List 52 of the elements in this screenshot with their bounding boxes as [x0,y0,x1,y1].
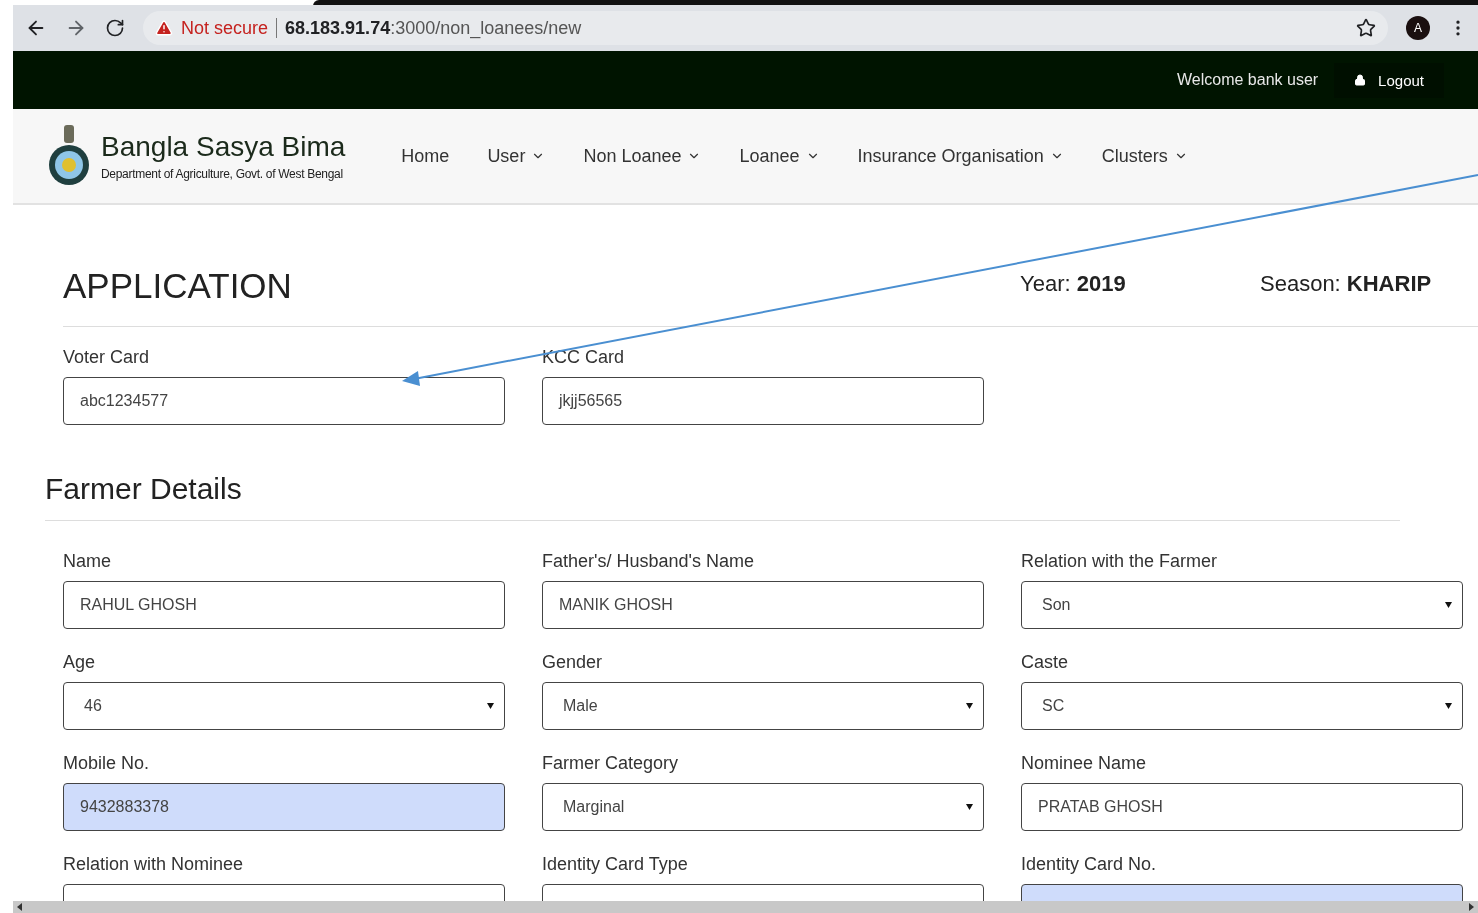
caret-icon [1445,703,1452,709]
field-label: Relation with the Farmer [1021,551,1219,572]
year-text: Year: 2019 [1020,270,1127,297]
select-field[interactable]: Marginal [542,783,984,831]
url-text: 68.183.91.74:3000/non_loanees/new [285,17,582,39]
caret-icon [966,804,973,810]
caret-icon [1445,602,1452,608]
nav-link[interactable]: Loanee [739,145,820,167]
select-field[interactable]: 46 [63,682,505,730]
field-label: Identity Card No. [1021,854,1158,875]
security-label: Not secure [181,17,269,39]
nav-link[interactable]: Home [401,145,450,167]
field-label: Caste [1021,652,1070,673]
input-field[interactable]: 9432883378 [63,783,505,831]
select-field[interactable]: Male [542,682,984,730]
address-bar[interactable]: Not secure 68.183.91.74:3000/non_loanees/new [143,11,1388,45]
field-label: Gender [542,652,604,673]
season-text: Season: KHARIP [1260,270,1432,297]
field-label: Mobile No. [63,753,151,774]
input-field[interactable]: abc1234577 [63,377,505,425]
logout-button[interactable]: Logout [1334,62,1444,98]
page-title: APPLICATION [63,265,293,306]
bookmark-star-icon[interactable] [1356,18,1376,38]
field-label: Father's/ Husband's Name [542,551,755,572]
field-label: Farmer Category [542,753,680,774]
field-label: Identity Card Type [542,854,689,875]
input-field[interactable]: jkjj56565 [542,377,984,425]
brand-title: Bangla Sasya Bima [101,131,346,163]
field-label: Name [63,551,112,572]
caret-icon [966,703,973,709]
section-title: Farmer Details [45,428,1400,521]
field-label: Voter Card [63,347,151,368]
nav-link[interactable]: Insurance Organisation [857,145,1064,167]
field-label: Age [63,652,97,673]
profile-avatar[interactable]: A [1406,16,1430,40]
select-field[interactable]: Son [1021,581,1463,629]
input-field[interactable]: RAHUL GHOSH [63,581,505,629]
nav-link[interactable]: User [487,145,546,167]
lock-icon [1354,74,1367,86]
nav-link[interactable]: Clusters [1101,145,1188,167]
input-field[interactable]: MANIK GHOSH [542,581,984,629]
horizontal-scrollbar[interactable] [13,901,1478,913]
caret-icon [487,703,494,709]
field-label: Relation with Nominee [63,854,245,875]
select-field[interactable]: SC [1021,682,1463,730]
nav-link[interactable]: Non Loanee [583,145,702,167]
reload-icon[interactable] [105,18,125,38]
brand-subtitle: Department of Agriculture, Govt. of West Bengal [101,167,344,181]
field-label: Nominee Name [1021,753,1148,774]
welcome-text: Welcome bank user [1177,71,1319,89]
input-field[interactable]: PRATAB GHOSH [1021,783,1463,831]
warning-icon [155,19,173,37]
